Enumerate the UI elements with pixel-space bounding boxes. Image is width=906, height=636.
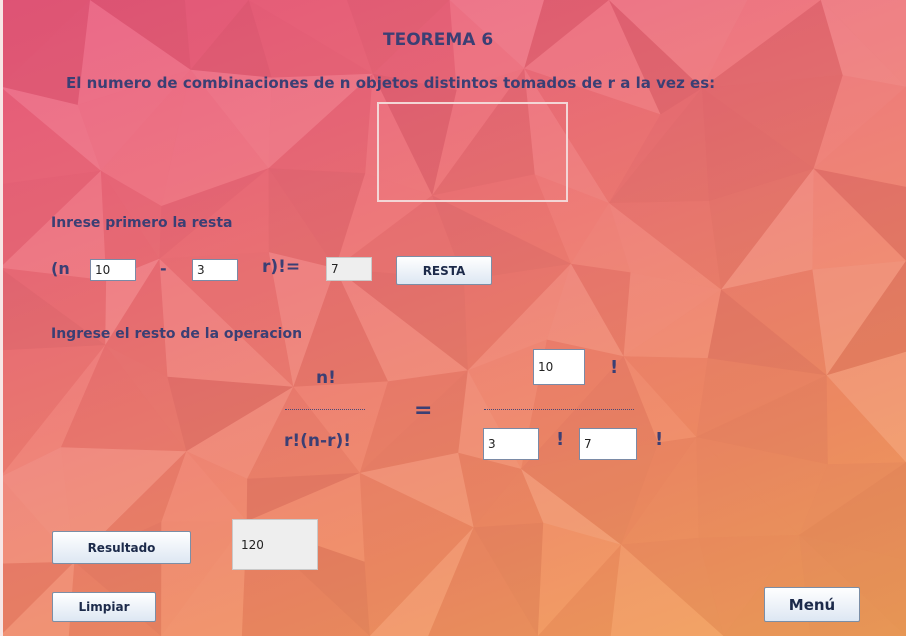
numerator-factorial-sign: ! — [610, 357, 619, 378]
left-fraction-line — [285, 409, 365, 410]
resultado-button[interactable]: Resultado — [52, 531, 191, 564]
formula-image-box — [377, 102, 568, 202]
resta-r-input[interactable] — [192, 259, 238, 281]
theorem-statement: El numero de combinaciones de n objetos … — [66, 74, 716, 92]
close-r-factorial-equals-text: r)!= — [262, 257, 301, 277]
denominator-r-input[interactable] — [483, 428, 539, 460]
minus-sign: - — [160, 259, 167, 278]
menu-button[interactable]: Menú — [764, 587, 860, 622]
operacion-section-label: Ingrese el resto de la operacion — [51, 326, 303, 342]
resultado-value-field — [232, 519, 318, 570]
resta-button[interactable]: RESTA — [396, 256, 492, 285]
resta-section-label: Inrese primero la resta — [51, 215, 233, 231]
app-window: TEOREMA 6 El numero de combinaciones de … — [0, 0, 906, 636]
limpiar-button[interactable]: Limpiar — [52, 592, 156, 622]
open-paren-n-text: (n — [51, 259, 70, 278]
numerator-n-input[interactable] — [533, 349, 585, 385]
denominator-n-minus-r-input[interactable] — [579, 428, 637, 460]
r-factorial-sign: ! — [556, 429, 565, 450]
n-minus-r-factorial-sign: ! — [655, 429, 664, 450]
right-fraction-line — [484, 409, 634, 410]
denominator-r-factorial-n-minus-r-factorial: r!(n-r)! — [284, 431, 351, 451]
resta-n-input[interactable] — [90, 259, 136, 281]
numerator-n-factorial: n! — [316, 368, 336, 388]
window-left-edge — [0, 0, 3, 636]
equals-sign: = — [414, 398, 433, 423]
page-title: TEOREMA 6 — [383, 30, 494, 50]
resta-result-field — [326, 257, 372, 281]
